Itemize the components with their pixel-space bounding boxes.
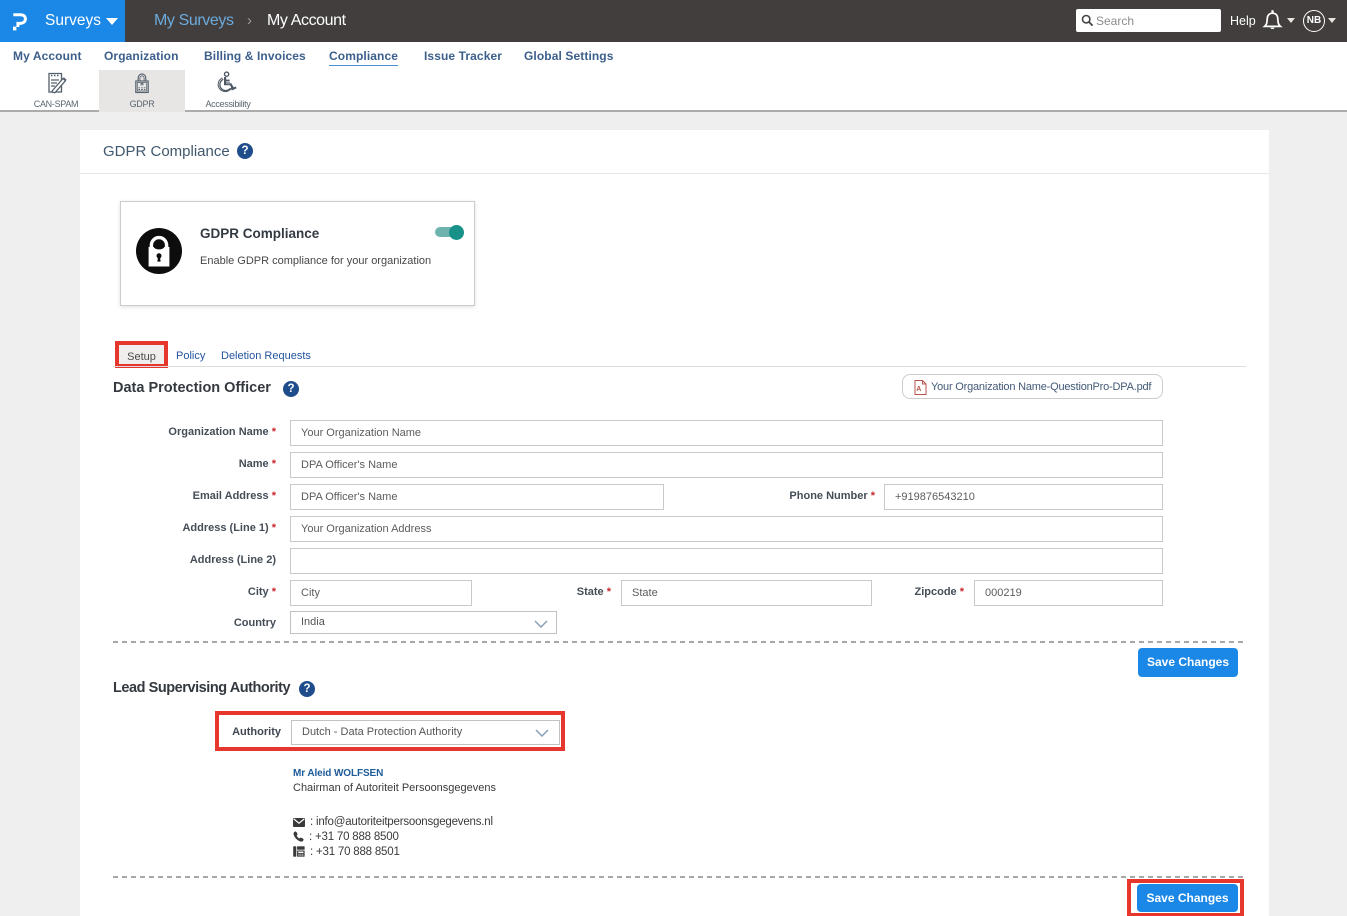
svg-text:A: A (916, 386, 921, 393)
